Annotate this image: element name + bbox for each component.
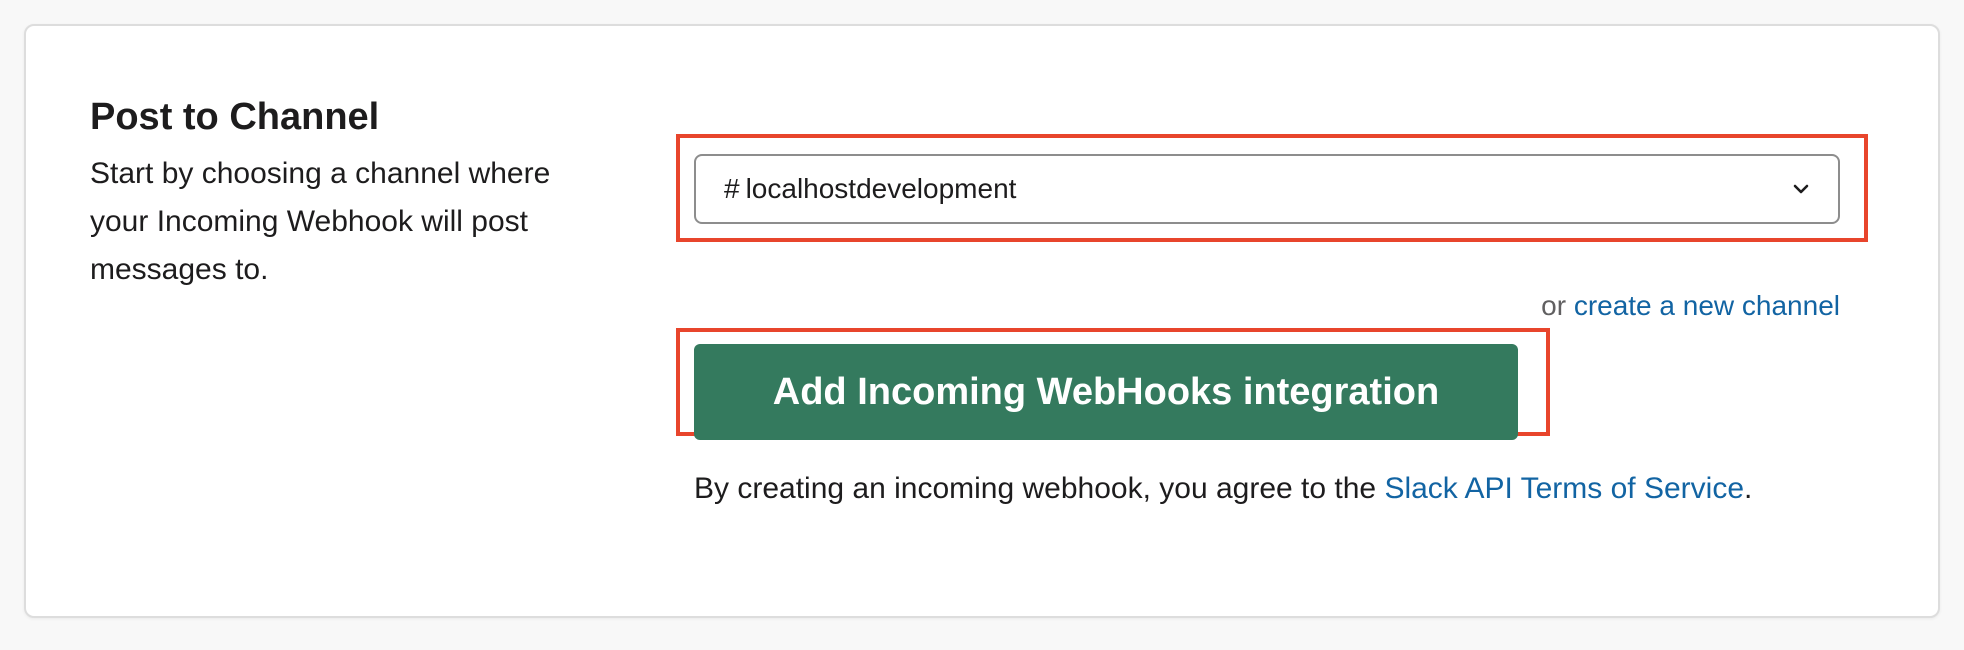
create-channel-line: or create a new channel xyxy=(694,290,1840,322)
terms-prefix: By creating an incoming webhook, you agr… xyxy=(694,472,1385,505)
terms-suffix: . xyxy=(1744,472,1753,505)
selected-channel-name: localhostdevelopment xyxy=(745,173,1017,204)
create-new-channel-link[interactable]: create a new channel xyxy=(1574,290,1840,321)
integration-card: Post to Channel Start by choosing a chan… xyxy=(24,24,1940,618)
channel-select[interactable]: # localhostdevelopment xyxy=(694,154,1840,224)
chevron-down-icon[interactable] xyxy=(1790,178,1812,200)
section-title: Post to Channel xyxy=(90,96,380,138)
slack-api-terms-link[interactable]: Slack API Terms of Service xyxy=(1384,472,1744,505)
section-description: Start by choosing a channel where your I… xyxy=(90,157,551,286)
add-webhooks-integration-button[interactable]: Add Incoming WebHooks integration xyxy=(694,344,1518,440)
or-text: or xyxy=(1541,290,1574,321)
section-intro: Post to Channel Start by choosing a chan… xyxy=(90,94,610,294)
terms-notice: By creating an incoming webhook, you agr… xyxy=(694,472,1752,506)
hash-icon: # xyxy=(724,173,740,204)
